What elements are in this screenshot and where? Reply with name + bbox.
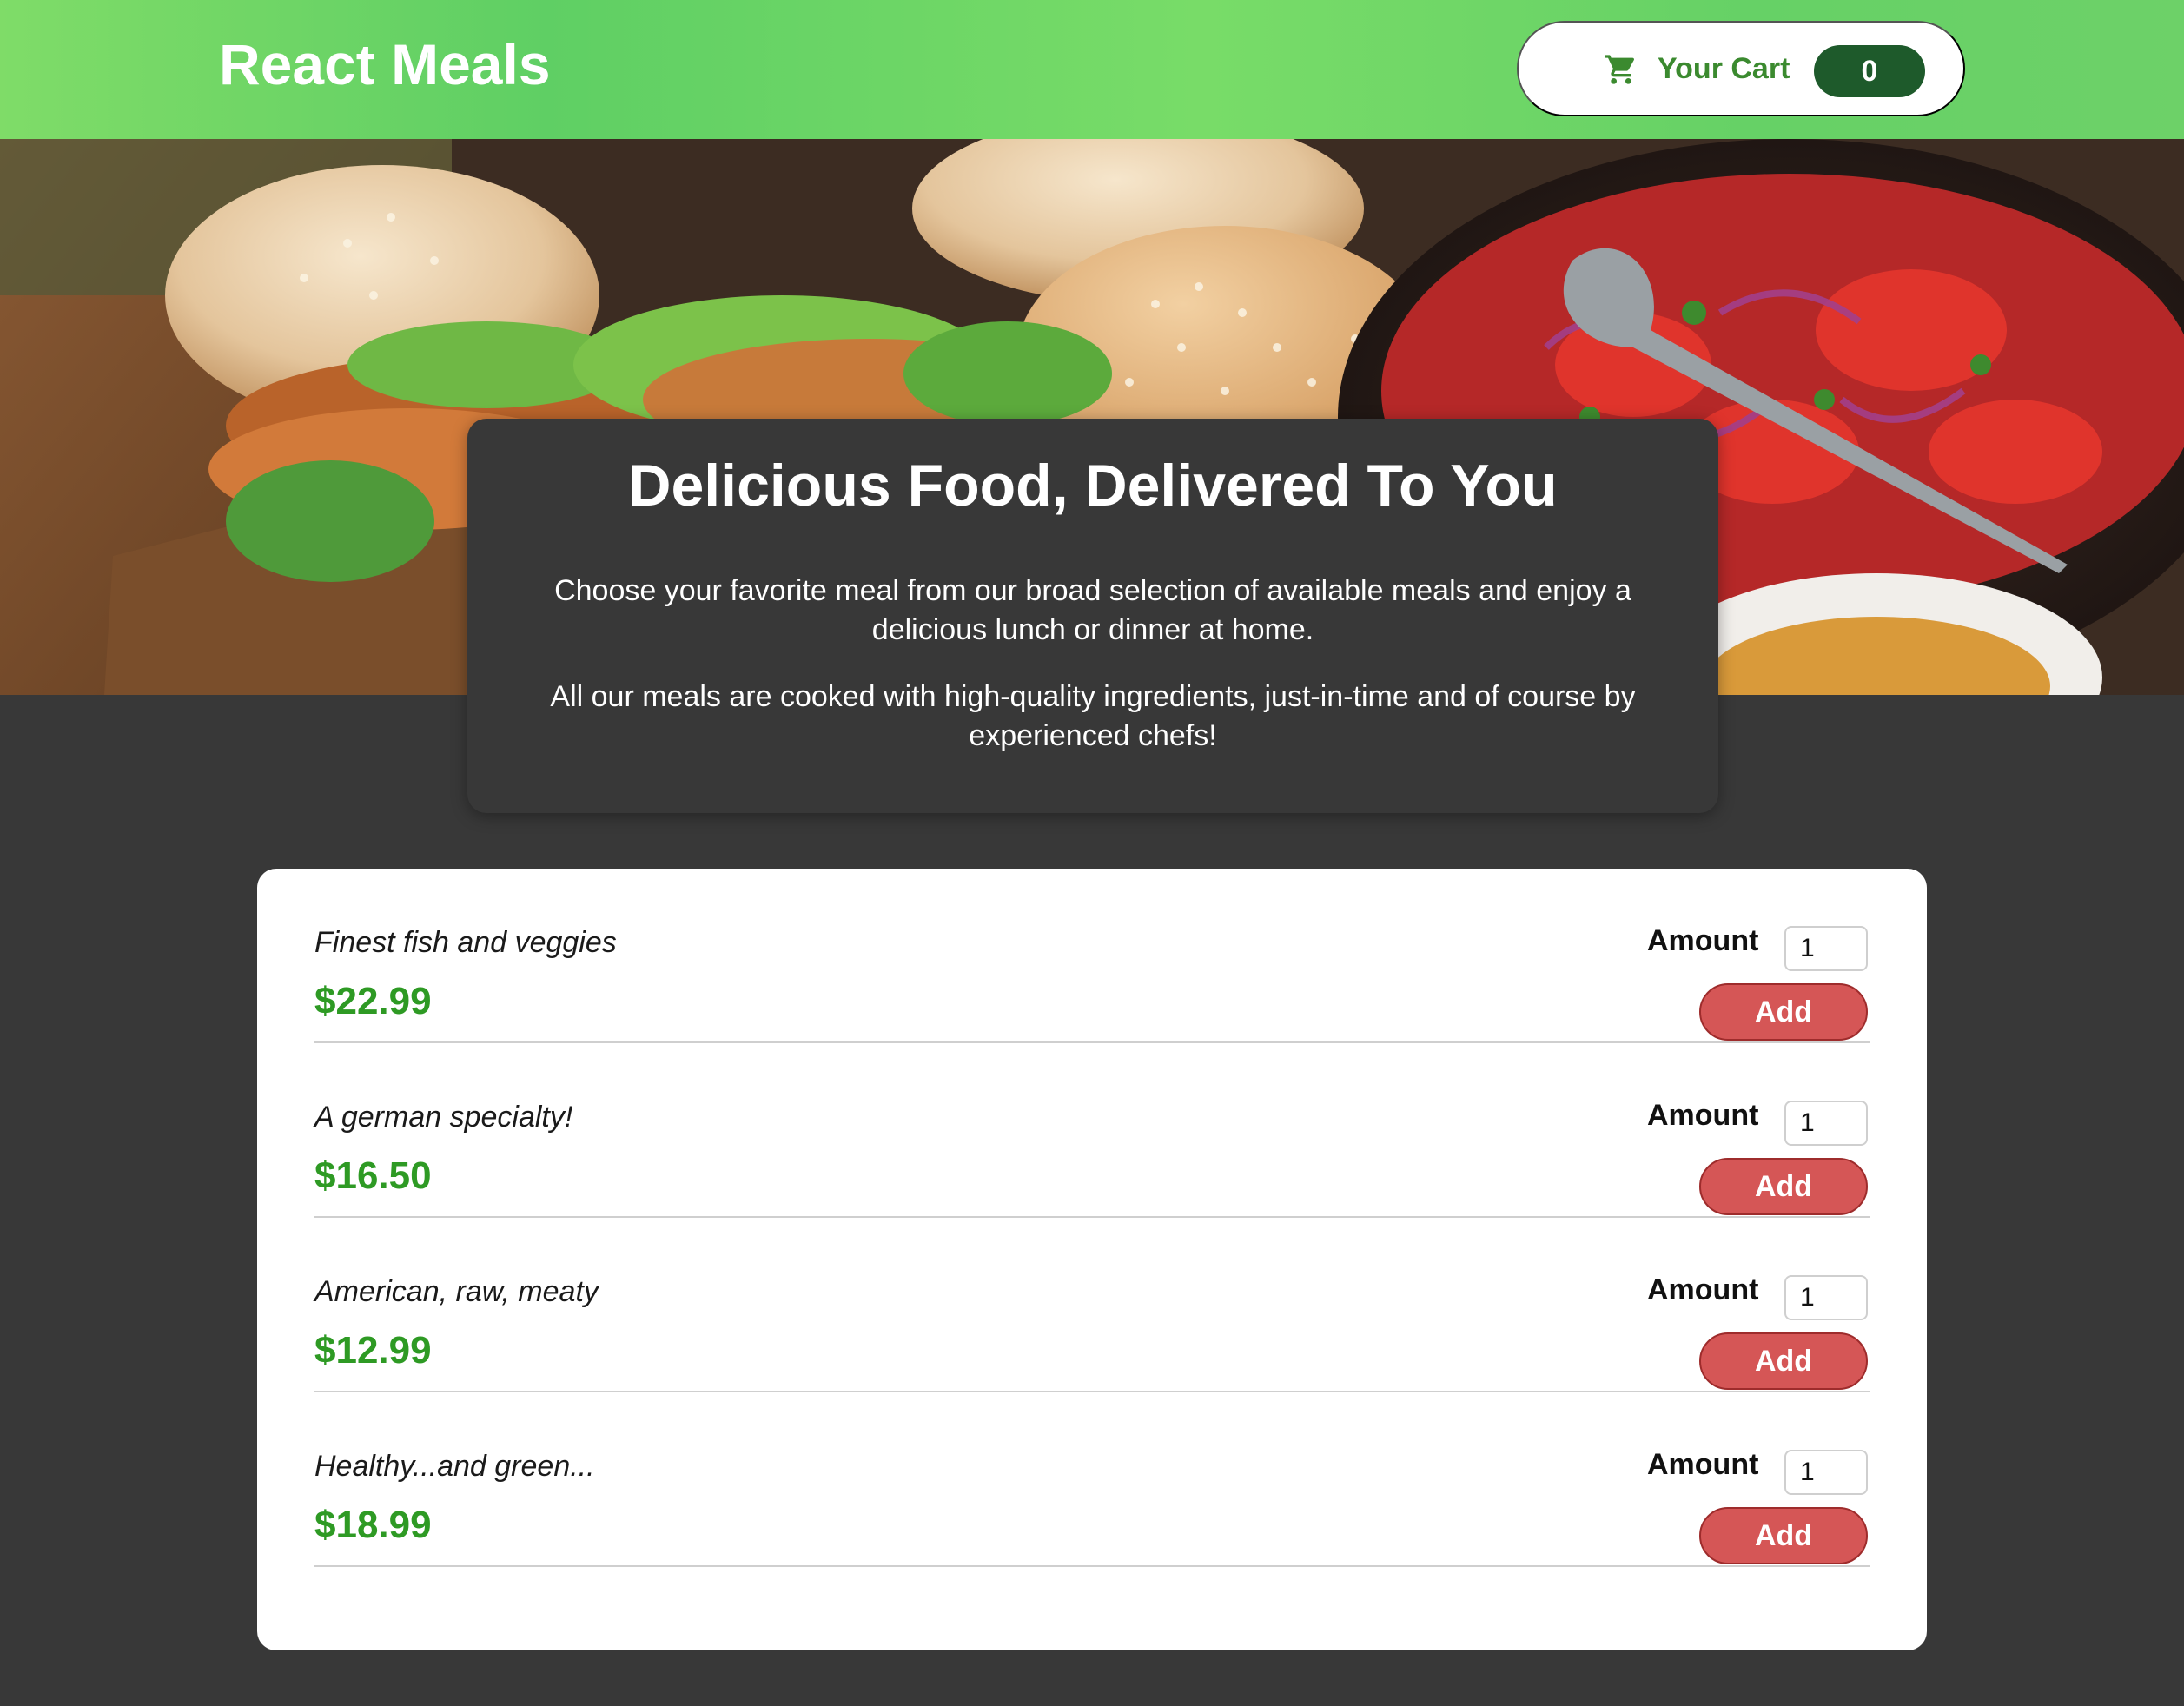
meal-description: Finest fish and veggies <box>314 926 617 959</box>
app-header: React Meals Your Cart 0 <box>0 0 2184 139</box>
meal-description: Healthy...and green... <box>314 1450 595 1483</box>
amount-label: Amount <box>1647 1448 1759 1481</box>
amount-input[interactable] <box>1784 1275 1868 1320</box>
summary-title: Delicious Food, Delivered To You <box>628 453 1558 519</box>
meal-item: American, raw, meaty $12.99 Amount Add <box>314 1218 1870 1392</box>
amount-input[interactable] <box>1784 1101 1868 1146</box>
meal-item: Healthy...and green... $18.99 Amount Add <box>314 1392 1870 1567</box>
summary-paragraph: All our meals are cooked with high-quali… <box>550 680 1636 752</box>
amount-input[interactable] <box>1784 926 1868 971</box>
add-to-cart-button[interactable]: Add <box>1699 1507 1868 1564</box>
cart-label: Your Cart <box>1658 52 1790 85</box>
brand-title: React Meals <box>219 32 551 96</box>
add-to-cart-button[interactable]: Add <box>1699 1158 1868 1215</box>
meal-item: A german specialty! $16.50 Amount Add <box>314 1043 1870 1218</box>
meal-price: $12.99 <box>314 1329 432 1372</box>
meal-description: A german specialty! <box>314 1101 573 1134</box>
summary-paragraph: Choose your favorite meal from our broad… <box>554 574 1631 646</box>
meal-description: American, raw, meaty <box>314 1275 599 1308</box>
meal-price: $16.50 <box>314 1154 432 1197</box>
cart-count-badge: 0 <box>1814 45 1925 97</box>
meal-price: $18.99 <box>314 1504 432 1546</box>
shopping-cart-icon <box>1605 55 1635 84</box>
amount-label: Amount <box>1647 924 1759 957</box>
add-to-cart-button[interactable]: Add <box>1699 983 1868 1041</box>
meal-item: Finest fish and veggies $22.99 Amount Ad… <box>314 869 1870 1043</box>
available-meals-list: Finest fish and veggies $22.99 Amount Ad… <box>257 869 1927 1650</box>
meal-price: $22.99 <box>314 980 432 1022</box>
amount-label: Amount <box>1647 1099 1759 1132</box>
meals-summary-card: Delicious Food, Delivered To You Choose … <box>467 419 1718 813</box>
add-to-cart-button[interactable]: Add <box>1699 1332 1868 1390</box>
cart-button[interactable]: Your Cart 0 <box>1517 21 1965 116</box>
amount-label: Amount <box>1647 1273 1759 1306</box>
amount-input[interactable] <box>1784 1450 1868 1495</box>
